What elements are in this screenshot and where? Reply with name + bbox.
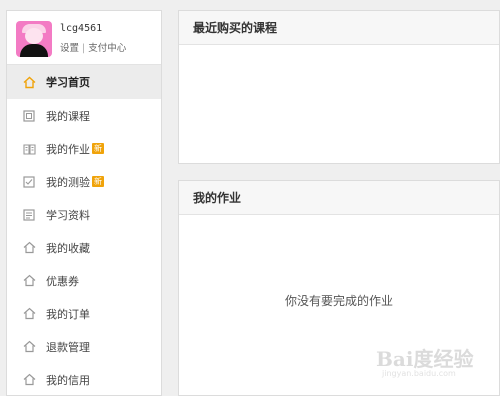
avatar[interactable] xyxy=(16,21,52,57)
recent-courses-panel: 最近购买的课程 xyxy=(178,10,500,164)
home-icon xyxy=(22,274,36,288)
sidebar-item-label: 退款管理 xyxy=(46,340,90,354)
username[interactable]: lcg4561 xyxy=(60,23,102,34)
materials-icon xyxy=(22,208,36,222)
home-icon xyxy=(22,340,36,354)
panel-title: 我的作业 xyxy=(179,181,499,215)
sidebar-item-my-quizzes[interactable]: 我的测验 新 xyxy=(7,165,161,198)
empty-homework-message: 你没有要完成的作业 xyxy=(284,294,393,308)
sidebar-item-refund-management[interactable]: 退款管理 xyxy=(7,330,161,363)
link-separator: | xyxy=(82,43,86,54)
home-icon xyxy=(22,75,36,89)
homework-icon xyxy=(22,142,36,156)
sidebar-item-label: 优惠券 xyxy=(46,274,79,288)
profile-links: 设置 | 支付中心 xyxy=(60,40,126,54)
sidebar-item-my-homework[interactable]: 我的作业 新 xyxy=(7,132,161,165)
new-badge: 新 xyxy=(92,143,104,154)
course-icon xyxy=(22,109,36,123)
sidebar-item-my-orders[interactable]: 我的订单 xyxy=(7,297,161,330)
quiz-icon xyxy=(22,175,36,189)
sidebar-item-label: 我的信用 xyxy=(46,373,90,387)
user-profile: lcg4561 设置 | 支付中心 xyxy=(7,11,161,65)
sidebar-item-learning-home[interactable]: 学习首页 xyxy=(7,65,161,99)
sidebar-item-label: 我的作业 xyxy=(46,142,90,156)
watermark-logo: Bai度经验 xyxy=(376,347,474,371)
sidebar-item-coupons[interactable]: 优惠券 xyxy=(7,264,161,297)
sidebar-menu: 学习首页 我的课程 我的作业 新 我的测验 新 学习资料 我的收藏 优惠券 我的… xyxy=(7,65,161,396)
sidebar-item-label: 我的订单 xyxy=(46,307,90,321)
home-icon xyxy=(22,241,36,255)
sidebar-item-label: 我的测验 xyxy=(46,175,90,189)
sidebar-item-my-favorites[interactable]: 我的收藏 xyxy=(7,231,161,264)
baidu-jingyan-watermark: Bai度经验 jingyan.baidu.com xyxy=(362,339,482,389)
sidebar-item-label: 我的课程 xyxy=(46,109,90,123)
sidebar-item-my-courses[interactable]: 我的课程 xyxy=(7,99,161,132)
sidebar-item-label: 学习首页 xyxy=(46,76,90,89)
panel-title: 最近购买的课程 xyxy=(179,11,499,45)
home-icon xyxy=(22,373,36,387)
sidebar-item-label: 我的收藏 xyxy=(46,241,90,255)
new-badge: 新 xyxy=(92,176,104,187)
sidebar-item-label: 学习资料 xyxy=(46,208,90,222)
home-icon xyxy=(22,307,36,321)
sidebar: lcg4561 设置 | 支付中心 学习首页 我的课程 我的作业 新 我的测验 … xyxy=(6,10,162,396)
sidebar-item-study-materials[interactable]: 学习资料 xyxy=(7,198,161,231)
settings-link[interactable]: 设置 xyxy=(60,43,79,54)
sidebar-item-my-credit[interactable]: 我的信用 xyxy=(7,363,161,396)
watermark-url: jingyan.baidu.com xyxy=(382,369,456,378)
payment-center-link[interactable]: 支付中心 xyxy=(88,43,126,54)
